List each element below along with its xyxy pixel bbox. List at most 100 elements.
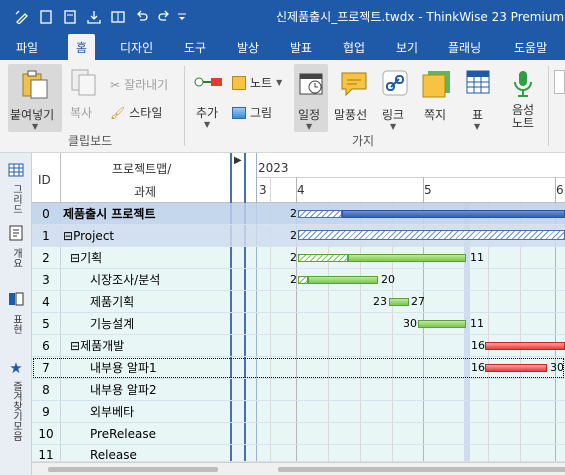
side-expression[interactable]: 표현: [6, 291, 26, 334]
row-task[interactable]: PreRelease: [60, 423, 230, 445]
table-row[interactable]: 6 ⊟제품개발 16: [32, 335, 565, 357]
undo-icon[interactable]: [134, 9, 150, 25]
row-task[interactable]: 내부용 알파2: [60, 379, 230, 401]
menu-help[interactable]: 도움말: [514, 39, 547, 56]
book-icon[interactable]: [110, 9, 126, 25]
row-task[interactable]: 제품출시 프로젝트: [60, 203, 230, 225]
window-title: 신제품출시_프로젝트.twdx - ThinkWise 23 Premium: [276, 10, 565, 24]
add-button[interactable]: 추가 ▼: [192, 68, 226, 132]
menu-file[interactable]: 파일: [16, 39, 38, 56]
paste-button[interactable]: 붙여넣기 ▼: [8, 64, 62, 132]
row-task-label: 제품개발: [80, 339, 125, 353]
table-row[interactable]: 9 외부베타: [32, 401, 565, 423]
task-column-header-top[interactable]: 프로젝트맵/: [112, 160, 171, 177]
clipboard-group-label: 클립보드: [68, 134, 113, 148]
side-grid-view[interactable]: 그리드: [6, 163, 26, 214]
split-marker-icon[interactable]: ▶: [234, 155, 242, 166]
row-id: 9: [42, 405, 50, 419]
column-divider[interactable]: [244, 153, 246, 203]
table-button[interactable]: 표 ▼: [464, 68, 492, 132]
gantt-bar[interactable]: [308, 276, 378, 284]
gantt-bar[interactable]: [485, 342, 565, 350]
horizontal-scrollbar[interactable]: [32, 462, 565, 475]
style-button[interactable]: 🖌 스타일: [110, 104, 162, 121]
chevron-down-icon: ▼: [474, 122, 481, 131]
ribbon-divider: [548, 66, 549, 146]
row-task[interactable]: Release: [60, 445, 230, 461]
gantt-bar[interactable]: [418, 320, 466, 328]
row-task[interactable]: 기능설계: [60, 313, 230, 335]
gantt-bar[interactable]: [298, 230, 565, 240]
row-task[interactable]: 외부베타: [60, 401, 230, 423]
row-task[interactable]: ⊟기획: [60, 247, 230, 269]
menu-presentation[interactable]: 발표: [290, 39, 312, 56]
redo-icon[interactable]: [156, 9, 172, 25]
gantt-bar[interactable]: [485, 364, 547, 372]
side-overview-label: 개요: [10, 248, 22, 268]
schedule-label: 일정: [298, 108, 321, 122]
cut-button[interactable]: ✂ 잘라내기: [110, 76, 168, 93]
menu-view[interactable]: 보기: [396, 39, 418, 56]
scrollbar-thumb[interactable]: [278, 467, 565, 472]
table-row[interactable]: 8 내부용 알파2: [32, 379, 565, 401]
task-column-header-bottom[interactable]: 과제: [134, 183, 156, 200]
memo-button[interactable]: 쪽지: [420, 68, 454, 128]
side-favorites[interactable]: ★ 즐겨찾기모음: [6, 359, 26, 441]
voice-note-button[interactable]: 음성 노트: [506, 68, 540, 132]
collapse-toggle[interactable]: ⊟: [70, 339, 80, 353]
row-task-label: 기획: [80, 251, 103, 265]
open-doc-icon[interactable]: [62, 9, 78, 25]
note-button[interactable]: 노트 ▼: [232, 74, 282, 91]
gantt-bar[interactable]: [298, 276, 308, 284]
link-button[interactable]: 링크 ▼: [380, 68, 410, 132]
table-row[interactable]: 11 Release: [32, 445, 565, 462]
gantt-bar[interactable]: [298, 210, 342, 218]
row-task[interactable]: ⊟Project: [60, 225, 230, 247]
table-row[interactable]: 10 PreRelease: [32, 423, 565, 445]
timeline-month-6: 6: [556, 183, 564, 197]
picture-button[interactable]: 그림: [232, 104, 272, 121]
menu-collaboration[interactable]: 협업: [343, 39, 365, 56]
timeline-year: 2023: [258, 161, 289, 175]
menu-design[interactable]: 디자인: [120, 39, 153, 56]
table-row[interactable]: 0 제품출시 프로젝트 2: [32, 203, 565, 225]
table-row-selected[interactable]: 7 내부용 알파1 16 30: [32, 357, 565, 379]
ribbon: 붙여넣기 ▼ 복사 ✂ 잘라내기 🖌 스타일 클립보드 추가 ▼ 노트 ▼ 그림: [0, 60, 565, 153]
picture-label: 그림: [250, 106, 273, 120]
paste-label: 붙여넣기: [10, 108, 55, 122]
ribbon-overflow-box[interactable]: [554, 70, 565, 94]
row-task[interactable]: 시장조사/분석: [60, 269, 230, 291]
scrollbar-thumb[interactable]: [48, 467, 218, 472]
menu-home[interactable]: 홈: [68, 34, 96, 60]
table-row[interactable]: 4 제품기획 23 27: [32, 291, 565, 313]
pen-icon[interactable]: [14, 9, 30, 25]
menu-planning[interactable]: 플래닝: [448, 39, 481, 56]
column-divider[interactable]: [230, 153, 232, 203]
gantt-bar[interactable]: [298, 254, 348, 262]
menu-ideation[interactable]: 발상: [237, 39, 259, 56]
row-task[interactable]: 제품기획: [60, 291, 230, 313]
table-row[interactable]: 2 ⊟기획 2 11: [32, 247, 565, 269]
table-row[interactable]: 3 시장조사/분석 2 20: [32, 269, 565, 291]
bar-start-label: 16: [471, 339, 485, 352]
copy-button[interactable]: 복사: [66, 66, 102, 128]
row-task[interactable]: ⊟제품개발: [60, 335, 230, 357]
callout-button[interactable]: 말풍선: [334, 68, 374, 128]
save-icon[interactable]: [86, 9, 102, 25]
table-row[interactable]: 1 ⊟Project 2: [32, 225, 565, 247]
customize-icon[interactable]: [174, 9, 190, 25]
schedule-button[interactable]: 일정 ▼: [294, 64, 328, 132]
table-row[interactable]: 5 기능설계 30 11: [32, 313, 565, 335]
side-panel: 그리드 개요 표현 ★ 즐겨찾기모음: [0, 153, 32, 475]
menu-tools[interactable]: 도구: [184, 39, 206, 56]
gantt-bar[interactable]: [348, 254, 466, 262]
gantt-bar[interactable]: [389, 298, 409, 306]
collapse-toggle[interactable]: ⊟: [70, 251, 80, 265]
gantt-bar[interactable]: [342, 210, 565, 218]
collapse-toggle[interactable]: ⊟: [63, 229, 73, 243]
new-doc-icon[interactable]: [38, 9, 54, 25]
id-column-header[interactable]: ID: [38, 173, 51, 187]
side-overview[interactable]: 개요: [6, 225, 26, 268]
row-task[interactable]: 내부용 알파1: [60, 357, 230, 379]
table-label: 표: [472, 108, 484, 122]
